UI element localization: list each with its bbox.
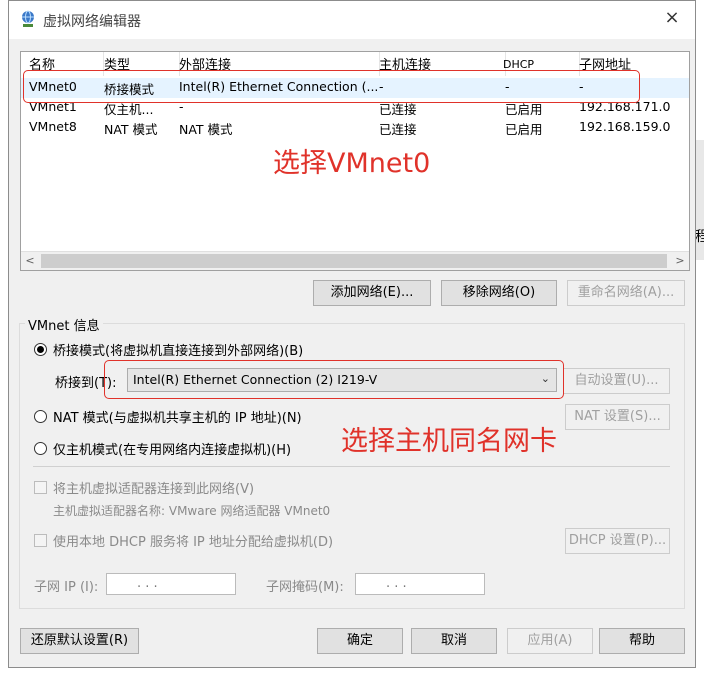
cell-host: 已连接 [379,122,417,137]
annotation-select-vmnet0: 选择VMnet0 [273,148,431,179]
table-row[interactable]: VMnet8 NAT 模式 NAT 模式 已连接 已启用 192.168.159… [21,118,689,138]
use-dhcp-label[interactable]: 使用本地 DHCP 服务将 IP 地址分配给虚拟机(D) [53,531,333,550]
use-dhcp-checkbox[interactable] [34,534,47,547]
scroll-thumb[interactable] [41,254,667,268]
add-network-button[interactable]: 添加网络(E)... [313,280,431,306]
separator [33,466,670,467]
scroll-right-icon[interactable]: > [671,252,689,270]
dhcp-settings-button[interactable]: DHCP 设置(P)... [565,528,670,554]
connect-adapter-label[interactable]: 将主机虚拟适配器连接到此网络(V) [53,478,254,497]
host-only-label[interactable]: 仅主机模式(在专用网络内连接虚拟机)(H) [53,439,291,458]
ok-button[interactable]: 确定 [317,628,403,654]
restore-defaults-button[interactable]: 还原默认设置(R) [20,628,139,654]
horizontal-scrollbar[interactable]: < > [21,251,689,270]
adapter-name-label: 主机虚拟适配器名称: VMware 网络适配器 VMnet0 [53,504,331,518]
window-title: 虚拟网络编辑器 [43,14,141,30]
background-text-fragment: 程 [695,229,704,245]
vmnet0-highlight-box [23,70,640,103]
subnet-mask-input[interactable]: . . . [355,573,485,595]
rename-network-button[interactable]: 重命名网络(A)... [567,280,685,306]
nat-radio[interactable] [34,410,47,423]
remove-network-button[interactable]: 移除网络(O) [441,280,557,306]
adapter-highlight-box [104,360,564,399]
help-button[interactable]: 帮助 [599,628,685,654]
host-only-radio[interactable] [34,442,47,455]
subnet-ip-input[interactable]: . . . [106,573,236,595]
nat-settings-button[interactable]: NAT 设置(S)... [565,404,670,430]
subnet-ip-label: 子网 IP (I): [34,580,99,595]
cell-name: VMnet8 [29,119,77,134]
cell-dhcp: 已启用 [505,122,543,137]
cancel-button[interactable]: 取消 [411,628,497,654]
apply-button[interactable]: 应用(A) [507,628,593,654]
subnet-ip-placeholder: . . . [137,576,158,591]
title-bar: 虚拟网络编辑器 × [9,1,695,39]
cell-external: NAT 模式 [179,122,233,137]
subnet-mask-placeholder: . . . [386,576,407,591]
bridged-radio[interactable] [34,343,47,356]
auto-settings-button[interactable]: 自动设置(U)... [563,368,670,394]
close-icon[interactable]: × [661,7,683,29]
bridged-label[interactable]: 桥接模式(将虚拟机直接连接到外部网络)(B) [53,340,303,359]
vmnet-info-label: VMnet 信息 [25,315,103,334]
nat-label[interactable]: NAT 模式(与虚拟机共享主机的 IP 地址)(N) [53,407,302,426]
connect-adapter-checkbox[interactable] [34,481,47,494]
annotation-select-host-adapter: 选择主机同名网卡 [341,426,557,457]
cell-subnet: 192.168.159.0 [579,119,671,134]
cell-type: NAT 模式 [104,122,158,137]
network-globe-icon [22,10,34,27]
subnet-mask-label: 子网掩码(M): [266,580,344,595]
scroll-left-icon[interactable]: < [21,252,39,270]
